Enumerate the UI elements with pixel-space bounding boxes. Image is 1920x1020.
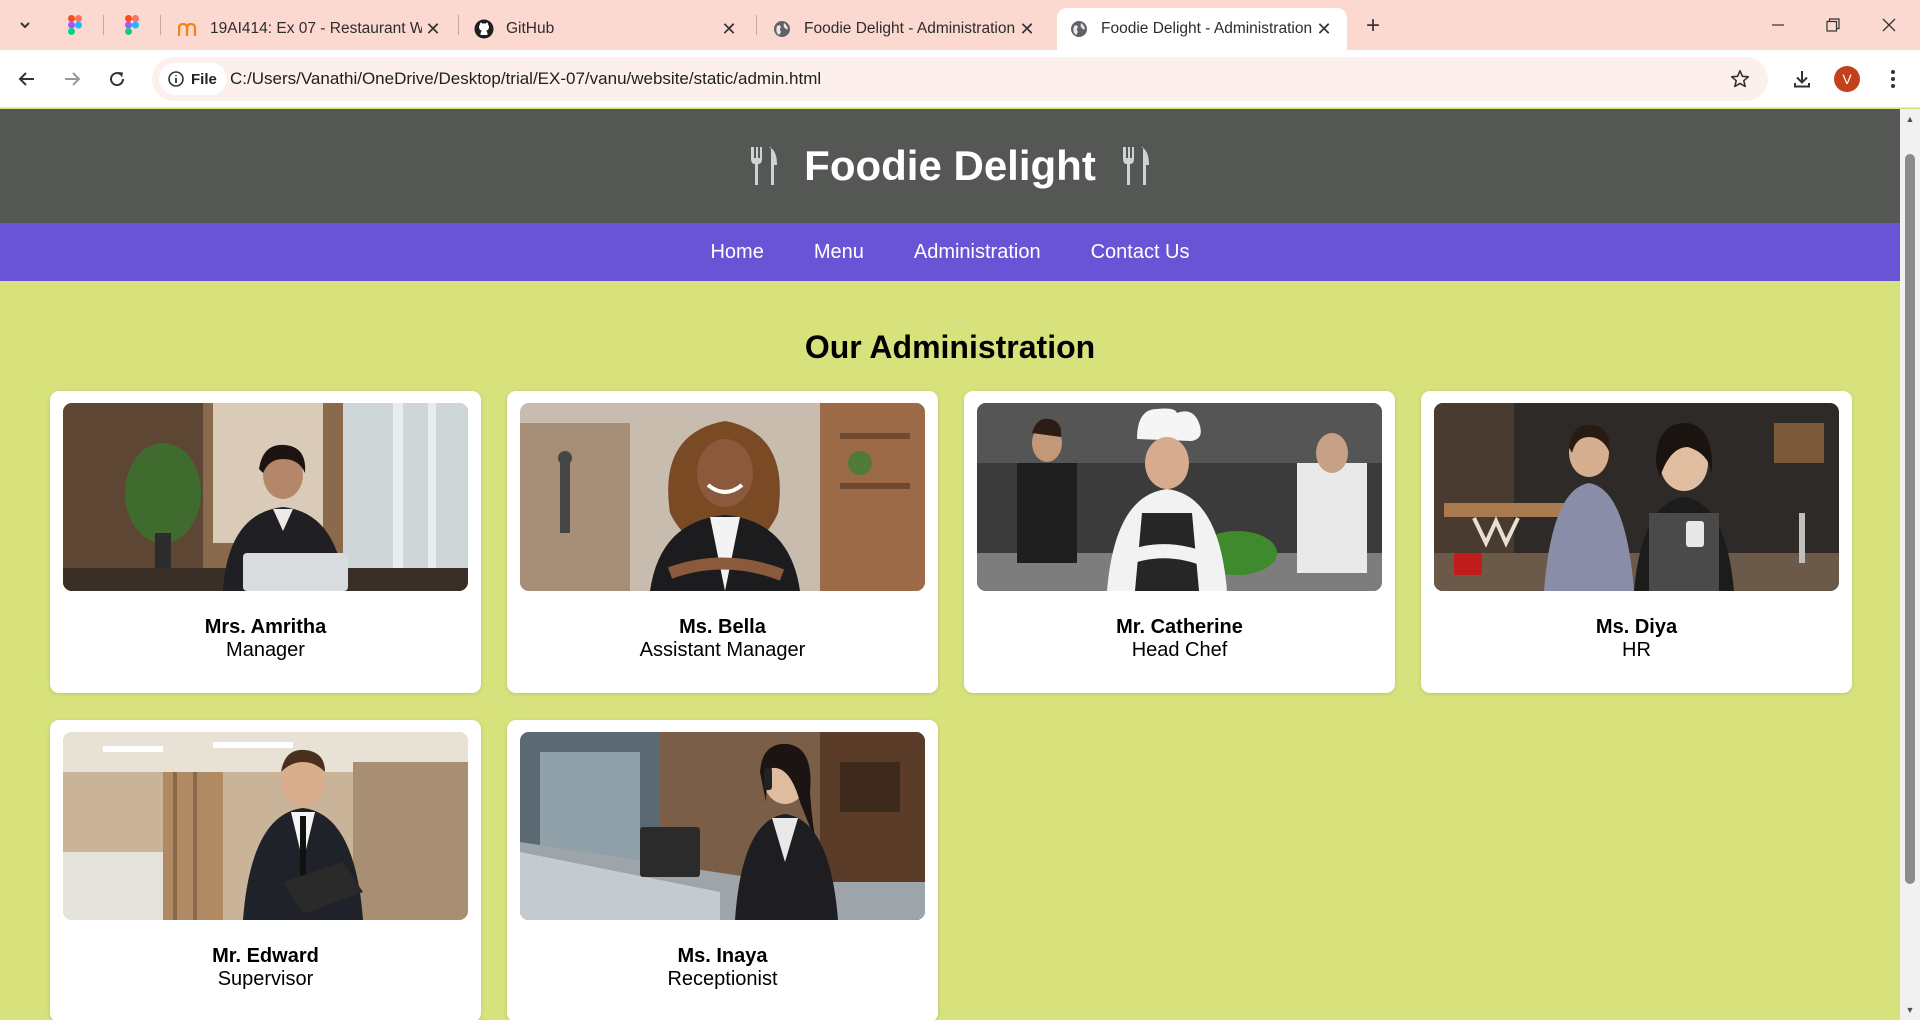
tab-foodie-admin-active[interactable]: Foodie Delight - Administration ✕	[1057, 8, 1347, 50]
fork-knife-icon	[746, 145, 782, 187]
restore-icon	[1826, 18, 1840, 32]
globe-icon	[1069, 19, 1089, 39]
globe-icon	[772, 19, 792, 39]
browser-tab-bar: 19AI414: Ex 07 - Restaurant We ✕ GitHub …	[0, 0, 1920, 50]
page-viewport: Foodie Delight Home Menu Administration …	[0, 109, 1900, 1020]
minimize-icon	[1772, 24, 1784, 26]
tab-foodie-admin-1[interactable]: Foodie Delight - Administration ✕	[760, 8, 1050, 50]
site-nav: Home Menu Administration Contact Us	[0, 223, 1900, 281]
tab-separator	[458, 15, 459, 35]
site-title-text: Foodie Delight	[804, 142, 1096, 189]
url-text[interactable]: C:/Users/Vanathi/OneDrive/Desktop/trial/…	[230, 69, 821, 89]
nav-link-administration[interactable]: Administration	[914, 241, 1041, 264]
staff-role: Supervisor	[217, 968, 314, 990]
staff-name: Mrs. Amritha	[204, 616, 327, 638]
staff-card: Ms. Bella Assistant Manager	[507, 391, 938, 693]
tab-github[interactable]: GitHub ✕	[462, 8, 752, 50]
pinned-tab-figma-2[interactable]	[120, 13, 144, 37]
figma-icon	[68, 15, 82, 35]
tab-title: Foodie Delight - Administration	[804, 20, 1016, 37]
staff-name: Ms. Diya	[1595, 616, 1678, 638]
section-title: Our Administration	[804, 329, 1096, 365]
browser-toolbar: File C:/Users/Vanathi/OneDrive/Desktop/t…	[0, 50, 1920, 108]
tab-separator	[756, 15, 757, 35]
staff-role: HR	[1622, 639, 1651, 661]
nav-link-contact-us[interactable]: Contact Us	[1091, 241, 1190, 264]
staff-photo-manager	[63, 403, 468, 591]
minimize-button[interactable]	[1755, 9, 1801, 41]
close-icon[interactable]: ✕	[1313, 18, 1335, 40]
fork-knife-icon	[1118, 145, 1154, 187]
new-tab-button[interactable]: +	[1358, 11, 1388, 41]
address-bar[interactable]: File C:/Users/Vanathi/OneDrive/Desktop/t…	[152, 57, 1768, 101]
arrow-right-icon	[65, 72, 81, 86]
restore-button[interactable]	[1810, 9, 1856, 41]
back-button[interactable]	[10, 62, 44, 96]
tab-separator	[103, 15, 104, 35]
staff-photo-supervisor	[63, 732, 468, 920]
staff-photo-hr	[1434, 403, 1839, 591]
staff-name: Mr. Edward	[212, 945, 319, 967]
staff-name: Ms. Bella	[679, 616, 766, 638]
staff-card: Mrs. Amritha Manager	[50, 391, 481, 693]
staff-role: Head Chef	[1131, 639, 1228, 661]
download-icon	[1794, 71, 1810, 88]
page-scrollbar[interactable]: ▲ ▼	[1900, 109, 1920, 1020]
staff-card: Ms. Diya HR	[1421, 391, 1852, 693]
arrow-left-icon	[18, 72, 34, 86]
tab-search-button[interactable]	[9, 10, 41, 40]
info-icon	[167, 70, 185, 88]
forward-button[interactable]	[55, 62, 89, 96]
site-title: Foodie Delight	[724, 142, 1176, 190]
more-vertical-icon	[1891, 70, 1895, 88]
moodle-icon	[178, 19, 198, 39]
site-header: Foodie Delight	[0, 109, 1900, 223]
profile-button[interactable]: V	[1830, 62, 1864, 96]
close-window-button[interactable]	[1866, 9, 1912, 41]
scroll-up-icon[interactable]: ▲	[1904, 113, 1916, 125]
chevron-down-icon	[20, 22, 30, 29]
scrollbar-thumb[interactable]	[1905, 154, 1915, 884]
staff-card: Mr. Catherine Head Chef	[964, 391, 1395, 693]
staff-name: Ms. Inaya	[677, 945, 768, 967]
pinned-tab-figma-1[interactable]	[63, 13, 87, 37]
staff-card: Mr. Edward Supervisor	[50, 720, 481, 1020]
staff-card: Ms. Inaya Receptionist	[507, 720, 938, 1020]
site-info-chip[interactable]: File	[159, 63, 227, 95]
tab-title: GitHub	[506, 20, 555, 37]
avatar: V	[1834, 66, 1860, 92]
close-icon[interactable]: ✕	[1016, 18, 1038, 40]
browser-menu-button[interactable]	[1876, 62, 1910, 96]
tab-title: 19AI414: Ex 07 - Restaurant We	[210, 20, 422, 37]
close-icon[interactable]: ✕	[718, 18, 740, 40]
close-icon[interactable]: ✕	[422, 18, 444, 40]
scroll-down-icon[interactable]: ▼	[1904, 1004, 1916, 1016]
staff-photo-assistant-manager	[520, 403, 925, 591]
close-icon	[1882, 18, 1896, 32]
downloads-button[interactable]	[1785, 62, 1819, 96]
tab-restaurant-exercise[interactable]: 19AI414: Ex 07 - Restaurant We ✕	[166, 8, 456, 50]
staff-name: Mr. Catherine	[1116, 616, 1243, 638]
tab-title: Foodie Delight - Administration	[1101, 20, 1313, 37]
reload-icon	[110, 72, 125, 87]
staff-role: Receptionist	[667, 968, 778, 990]
bookmark-button[interactable]	[1728, 67, 1752, 91]
file-chip-label: File	[191, 70, 217, 88]
star-icon	[1730, 70, 1750, 88]
nav-link-menu[interactable]: Menu	[814, 241, 864, 264]
staff-photo-receptionist	[520, 732, 925, 920]
staff-photo-head-chef	[977, 403, 1382, 591]
tab-separator	[160, 15, 161, 35]
nav-link-home[interactable]: Home	[710, 241, 763, 264]
staff-role: Assistant Manager	[639, 639, 806, 661]
figma-icon	[125, 15, 139, 35]
github-icon	[474, 19, 494, 39]
staff-role: Manager	[226, 639, 305, 661]
reload-button[interactable]	[100, 62, 134, 96]
